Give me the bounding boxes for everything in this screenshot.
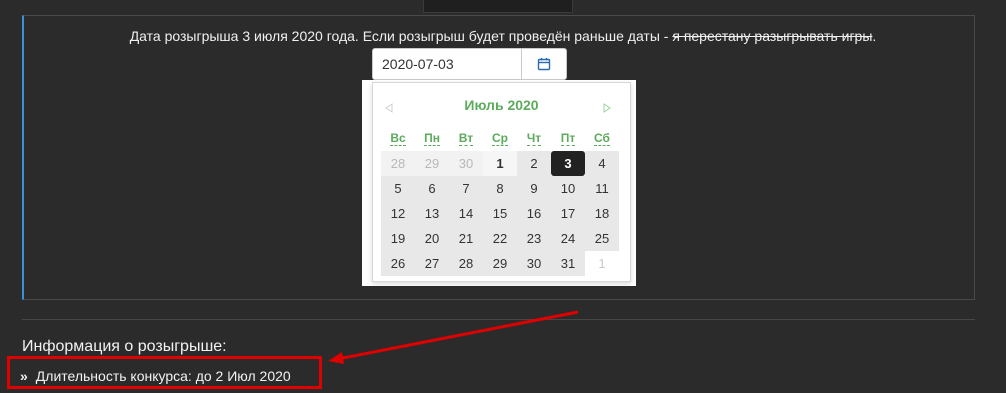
annotation-arrow-icon [328, 310, 579, 364]
